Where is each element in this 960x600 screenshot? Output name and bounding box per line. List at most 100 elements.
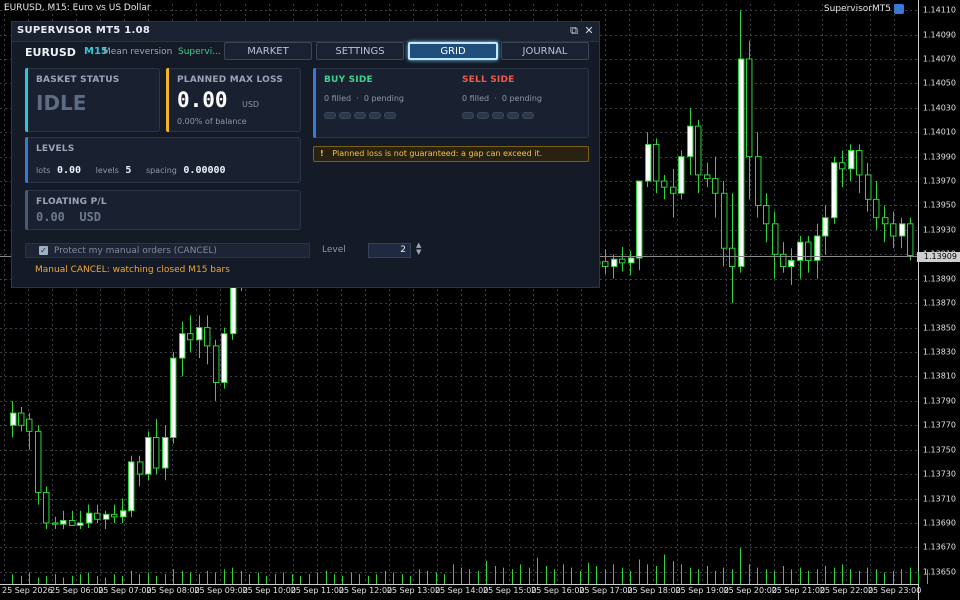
candle-body (153, 436, 160, 469)
planned-max-loss-value: 0.00 (177, 88, 228, 112)
time-tick-label: 25 Sep 20:00 (723, 586, 777, 595)
candle-body (865, 174, 872, 200)
close-icon[interactable]: ✕ (582, 24, 596, 38)
lots-value: 0.00 (56, 165, 82, 176)
time-tick-label: 25 Sep 21:00 (771, 586, 826, 595)
candle-body (196, 327, 203, 341)
candle-body (52, 522, 59, 525)
level-stepper-icon[interactable]: ▲ ▼ (416, 242, 421, 256)
sell-level-dots (462, 112, 534, 119)
sell-level-dot (462, 112, 474, 119)
candle-body (661, 180, 668, 188)
protect-orders-label: Protect my manual orders (CANCEL) (54, 246, 217, 256)
candle-body (187, 333, 194, 341)
buy-level-dot (384, 112, 396, 119)
basket-status-value: IDLE (36, 91, 87, 115)
floating-pl-card: FLOATING P/L 0.00 USD (25, 190, 301, 230)
levels-card: LEVELS lots 0.00 levels 5 spacing 0.0000… (25, 137, 301, 183)
levels-value: 5 (125, 165, 132, 176)
tab-settings[interactable]: SETTINGS (316, 42, 404, 60)
candle-body (145, 436, 152, 475)
warning-text: Planned loss is not guaranteed: a gap ca… (332, 149, 543, 158)
floating-pl-header: FLOATING P/L (36, 197, 107, 207)
manual-cancel-status: Manual CANCEL: watching closed M15 bars (35, 265, 230, 275)
sell-side-status: 0 filled · 0 pending (462, 94, 542, 103)
mode-label: Mean reversion (103, 47, 173, 57)
candle-body (882, 217, 889, 225)
time-tick-label: 25 Sep 11:00 (290, 586, 345, 595)
time-tick-label: 25 Sep 13:00 (386, 586, 441, 595)
tab-journal[interactable]: JOURNAL (501, 42, 589, 60)
tab-market[interactable]: MARKET (224, 42, 312, 60)
card-accent (166, 68, 169, 132)
candle-body (712, 178, 719, 194)
candle-body (162, 436, 169, 469)
level-input[interactable]: 2 (368, 243, 411, 258)
price-tick-label: 1.13710 (922, 494, 956, 504)
candle-body (695, 125, 702, 176)
candle-body (86, 512, 93, 524)
protect-orders-checkbox[interactable]: ✓ (39, 246, 48, 255)
sell-side-header: SELL SIDE (462, 75, 515, 85)
buy-side-header: BUY SIDE (324, 75, 373, 85)
buy-level-dot (324, 112, 336, 119)
time-tick-label: 25 Sep 18:00 (627, 586, 681, 595)
price-tick-label: 1.13930 (922, 225, 956, 235)
candle-body (805, 241, 812, 261)
symbol-label: EURUSD (25, 46, 76, 59)
candle-body (204, 327, 211, 347)
candle-body (839, 162, 846, 170)
ea-hat-icon[interactable] (894, 4, 904, 14)
time-tick-label: 25 Sep 22:00 (819, 586, 874, 595)
price-tick-label: 1.13670 (922, 542, 956, 552)
card-accent (25, 137, 28, 183)
protect-orders-row[interactable]: ✓ Protect my manual orders (CANCEL) (25, 243, 310, 258)
sell-level-dot (522, 112, 534, 119)
price-tick-label: 1.13830 (922, 347, 956, 357)
candle-body (755, 156, 762, 206)
price-tick-label: 1.14070 (922, 54, 956, 64)
candle-body (221, 333, 228, 384)
candle-body (619, 258, 626, 264)
candle-body (137, 461, 144, 475)
candle-body (907, 223, 914, 257)
panel-titlebar[interactable]: SUPERVISOR MT5 1.08 ⧉ ✕ (12, 22, 599, 42)
price-tick-label: 1.13950 (922, 200, 956, 210)
candle-body (678, 156, 685, 194)
time-tick-label: 25 Sep 10:00 (242, 586, 296, 595)
candle-body (26, 418, 33, 432)
price-tick-label: 1.13730 (922, 469, 956, 479)
candle-body (103, 513, 110, 520)
price-tick-label: 1.13770 (922, 420, 956, 430)
ea-label[interactable]: SupervisorMT5 (824, 4, 904, 14)
price-tick-label: 1.14090 (922, 30, 956, 40)
price-tick-label: 1.13890 (922, 274, 956, 284)
price-tick-label: 1.13810 (922, 371, 956, 381)
time-tick-label: 25 Sep 2026 (2, 586, 53, 595)
time-tick-label: 25 Sep 12:00 (338, 586, 393, 595)
candle-body (890, 223, 897, 237)
planned-max-loss-sub: 0.00% of balance (177, 117, 247, 126)
tab-grid[interactable]: GRID (408, 42, 498, 60)
sell-level-dot (492, 112, 504, 119)
time-tick-label: 25 Sep 09:00 (194, 586, 248, 595)
time-tick-label: 25 Sep 14:00 (434, 586, 489, 595)
time-tick-label: 25 Sep 16:00 (531, 586, 585, 595)
spacing-label: spacing (145, 166, 177, 175)
ea-name: SupervisorMT5 (823, 4, 891, 14)
candle-body (729, 247, 736, 268)
price-tick-label: 1.13650 (922, 567, 956, 577)
supervisor-panel: SUPERVISOR MT5 1.08 ⧉ ✕ EURUSD M15 Mean … (11, 21, 600, 288)
candle-body (645, 143, 652, 182)
candle-body (77, 522, 84, 526)
candle-body (69, 520, 76, 526)
price-tick-label: 1.13790 (922, 396, 956, 406)
candle-body (797, 241, 804, 261)
buy-level-dot (354, 112, 366, 119)
warning-icon: ! (320, 149, 324, 158)
candle-body (35, 430, 42, 493)
candle-body (687, 125, 694, 158)
candle-body (10, 412, 17, 426)
restore-icon[interactable]: ⧉ (567, 24, 581, 38)
candle-body (704, 174, 711, 180)
